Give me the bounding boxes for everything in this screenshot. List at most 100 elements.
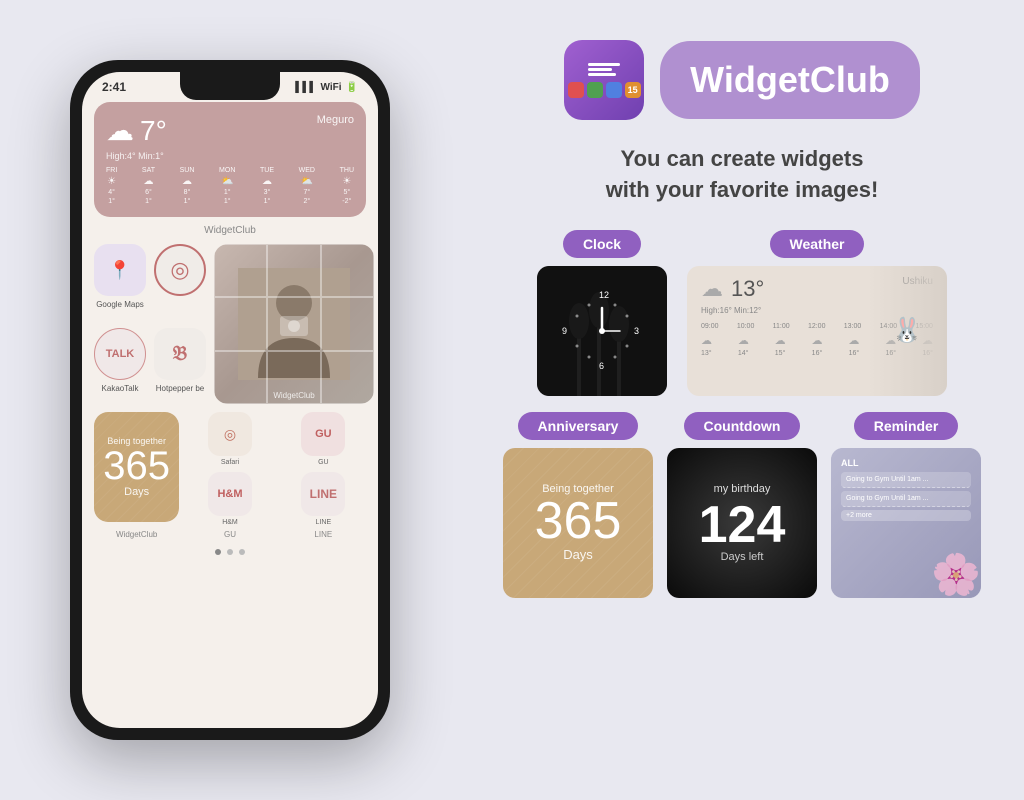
photo-widget: WidgetClub [214,244,374,404]
gu-label: GU [318,459,329,466]
tagline-line1: You can create widgets [606,144,879,175]
countdown-num: 124 [699,499,786,551]
line-app[interactable]: LINE LINE [281,472,366,526]
phone-content: ☁ 7° Meguro High:4° Min:1° FRI☀4°1° SAT☁… [82,98,378,567]
safari-app[interactable]: ◎ Safari [187,412,272,466]
countdown-badge: Countdown [684,412,801,440]
anniversary-category: Anniversary Being together 365 Days [503,412,653,598]
maps-label: Google Maps [96,300,144,309]
line-icon: LINE [301,472,345,516]
left-panel: 2:41 ▌▌▌ WiFi 🔋 ☁ 7° Meguro [0,0,460,800]
safari-hm-group: ◎ Safari H&M H&M [187,412,272,526]
gu-line-group: GU GU LINE LINE [281,412,366,526]
reminder-item-1: Going to Gym Until 1am ... [841,472,971,488]
cloud-icon: ☁ [106,114,134,147]
photo-widget-label: WidgetClub [218,391,370,400]
safari-label: Safari [221,459,239,466]
tagline: You can create widgets with your favorit… [606,144,879,206]
bunny-decoration: 🐰 [867,266,947,396]
signal-icon: ▌▌▌ [295,82,316,93]
countdown-title: my birthday [714,483,771,495]
talk-icon: TALK [94,328,146,380]
weather-preview-cloud: ☁ [701,276,723,302]
weather-preview: ☁ 13° Ushiku High:16° Min:12° 09:0010:00… [687,266,947,396]
clock-face-svg: 12 3 6 9 [557,286,647,376]
reminder-category: Reminder 🌸 ALL Going to Gym Until 1am ..… [831,412,981,598]
hotpepper-icon: 𝔅 [154,328,206,380]
weather-badge: Weather [770,230,865,258]
photo-widget-container: WidgetClub [214,244,374,404]
reminder-more: +2 more [841,510,971,521]
widget-row-2: Anniversary Being together 365 Days Coun… [503,412,981,598]
line-label: LINE [316,519,332,526]
weather-preview-temp: 13° [731,276,764,302]
hm-icon: H&M [208,472,252,516]
svg-text:6: 6 [599,361,604,371]
wifi-icon: WiFi [321,82,342,93]
talk-label: KakaoTalk [102,384,139,393]
reminder-items: ALL Going to Gym Until 1am ... Going to … [841,458,971,521]
anniv-being-text: Being together [107,436,166,446]
countdown-preview: my birthday 124 Days left [667,448,817,598]
reminder-badge: Reminder [854,412,959,440]
hotpepper-app[interactable]: 𝔅 Hotpepper be [154,328,206,393]
clock-category: Clock [537,230,667,396]
weather-category: Weather ☁ 13° Ushiku High:16° Min:12° 09… [687,230,947,396]
hm-label: H&M [222,519,238,526]
svg-text:3: 3 [634,326,639,336]
gu-bottom-label: GU [187,530,272,539]
reminder-item-1-text: Going to Gym Until 1am ... [846,475,928,484]
gu-app[interactable]: GU GU [281,412,366,466]
weather-temp: 7° [140,115,167,147]
weather-widget: ☁ 7° Meguro High:4° Min:1° FRI☀4°1° SAT☁… [94,102,366,217]
maps-icon: 📍 [94,244,146,296]
app-header: 15 WidgetClub [490,40,994,120]
widget-row-1: Clock [537,230,947,396]
svg-text:12: 12 [599,290,609,300]
dot-2 [227,549,233,555]
line-bottom-label: LINE [281,530,366,539]
svg-text:9: 9 [562,326,567,336]
dot-3 [239,549,245,555]
gu-icon: GU [301,412,345,456]
weather-location: Meguro [317,114,354,126]
app-title-bubble: WidgetClub [660,41,920,119]
page-dots [94,549,366,555]
countdown-label: Days left [721,551,764,563]
anniversary-preview: Being together 365 Days [503,448,653,598]
tagline-line2: with your favorite images! [606,175,879,206]
anniv-preview-num: 365 [535,495,622,547]
app-title: WidgetClub [690,59,890,100]
dot-1 [215,549,221,555]
phone-screen: 2:41 ▌▌▌ WiFi 🔋 ☁ 7° Meguro [82,72,378,728]
reminder-all-label: ALL [841,458,971,468]
clock-preview: 12 3 6 9 [537,266,667,396]
app-grid-row1: 📍 Google Maps ◎ [94,244,366,404]
hotpepper-label: Hotpepper be [156,384,204,393]
maps-app[interactable]: 📍 Google Maps [94,244,146,309]
bottom-labels: WidgetClub GU LINE [94,530,366,539]
anniv-number: 365 [103,446,170,486]
anniv-preview-days: Days [563,547,593,562]
kakaotalk-app[interactable]: TALK KakaoTalk [94,328,146,393]
time-display: 2:41 [102,80,126,94]
countdown-category: Countdown my birthday 124 Days left [667,412,817,598]
clock-badge: Clock [563,230,641,258]
reminder-item-2: Going to Gym Until 1am ... [841,491,971,507]
hm-app[interactable]: H&M H&M [187,472,272,526]
bottom-row: Being together 365 Days ◎ Safari H&M H&M [94,412,366,526]
widgetclub-label: WidgetClub [94,225,366,236]
circle-icon-app[interactable]: ◎ [154,244,206,300]
flower-icon: 🌸 [931,551,981,598]
reminder-item-2-text: Going to Gym Until 1am ... [846,494,928,503]
anniversary-badge: Anniversary [518,412,639,440]
widgetclub-bottom-label: WidgetClub [94,530,179,539]
status-icons: ▌▌▌ WiFi 🔋 [295,82,358,93]
right-panel: 15 WidgetClub You can create widgets wit… [460,0,1024,800]
app-icon-large: 15 [564,40,644,120]
phone-notch [180,72,280,100]
reminder-preview: 🌸 ALL Going to Gym Until 1am ... Going t… [831,448,981,598]
anniv-days-label: Days [124,486,149,498]
weather-days: FRI☀4°1° SAT☁6°1° SUN☁8°1° MON⛅1°1° TUE☁… [106,167,354,205]
photo-grid-overlay [214,244,374,404]
